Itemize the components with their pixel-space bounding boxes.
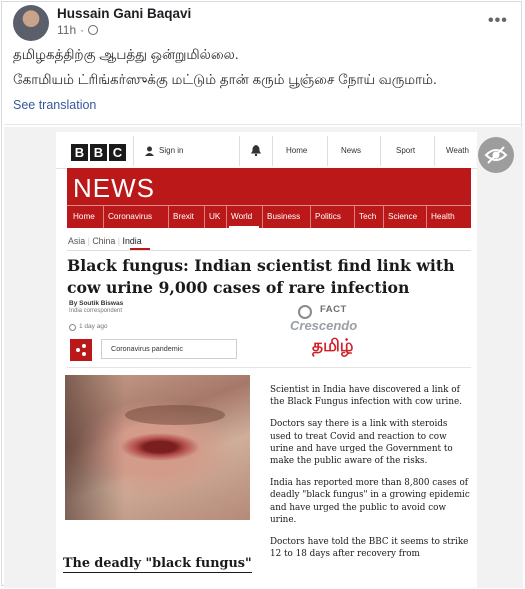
post-text-line-1: தமிழகத்திற்கு ஆபத்து ஒன்றுமில்லை.: [13, 47, 239, 62]
article-headline: Black fungus: Indian scientist find link…: [67, 256, 455, 297]
bbc-logo: BBC: [71, 144, 126, 161]
sign-in-link: Sign in: [159, 146, 184, 155]
post-author[interactable]: Hussain Gani Baqavi: [57, 6, 191, 21]
active-nav-underline: [229, 226, 259, 229]
nav-world: World: [231, 212, 253, 221]
top-nav-news: News: [341, 146, 362, 155]
subnav-china: China: [92, 236, 116, 246]
post-text-line-2: கோமியம் ட்ரிங்கர்ஸுக்கு மட்டும் தான் கரு…: [13, 72, 437, 87]
eye-icon[interactable]: [478, 137, 514, 173]
shared-image[interactable]: BBC Sign in Home News Sport Weath NEWS H…: [4, 127, 523, 588]
bell-icon: [251, 145, 261, 156]
news-title: NEWS: [73, 173, 155, 203]
subnav-india: India: [122, 236, 142, 246]
more-options-icon[interactable]: •••: [488, 12, 508, 30]
nav-politics: Politics: [315, 212, 341, 221]
globe-icon: [88, 25, 99, 35]
article-body: Scientist in India have discovered a lin…: [270, 384, 470, 570]
nav-business: Business: [267, 212, 301, 221]
top-nav-weather: Weath: [446, 146, 469, 155]
user-icon: [145, 146, 154, 156]
fact-crescendo-watermark: FACT Crescendo தமிழ்: [290, 304, 358, 355]
time-ago: 1 day ago: [79, 323, 108, 330]
nav-coronavirus: Coronavirus: [108, 212, 153, 221]
bbc-news-banner: NEWS Home Coronavirus Brexit UK World Bu…: [67, 168, 471, 229]
divider: [4, 124, 523, 125]
byline: By Soutik Biswas: [69, 300, 124, 307]
post-time[interactable]: 11h: [57, 23, 76, 37]
top-nav-sport: Sport: [396, 146, 416, 155]
see-translation-link[interactable]: See translation: [13, 98, 96, 112]
sub-navigation: Asia | China | India: [68, 236, 142, 246]
paragraph-3: India has reported more than 8,800 cases…: [270, 478, 470, 525]
nav-home: Home: [73, 212, 95, 221]
topic-tag: Coronavirus pandemic: [101, 339, 237, 359]
nav-tech: Tech: [359, 212, 377, 221]
paragraph-1: Scientist in India have discovered a lin…: [270, 385, 463, 408]
nav-uk: UK: [209, 212, 221, 221]
avatar[interactable]: [13, 5, 49, 41]
bbc-top-bar: BBC Sign in Home News Sport Weath: [56, 132, 477, 169]
paragraph-4: Doctors have told the BBC it seems to st…: [270, 537, 469, 560]
byline-title: India correspondent: [69, 308, 123, 314]
nav-science: Science: [388, 212, 418, 221]
bbc-nav-bar: Home Coronavirus Brexit UK World Busines…: [67, 205, 471, 229]
magnifier-icon: [298, 305, 312, 319]
nav-brexit: Brexit: [173, 212, 194, 221]
article-photo: [65, 375, 250, 520]
subnav-asia: Asia: [68, 236, 86, 246]
post-meta: 11h ·: [57, 23, 99, 37]
top-nav-home: Home: [286, 146, 308, 155]
clock-icon: [69, 324, 76, 331]
facebook-post: Hussain Gani Baqavi 11h · ••• தமிழகத்திற…: [1, 1, 523, 588]
article-subheading: The deadly "black fungus": [63, 556, 252, 573]
paragraph-2: Doctors say there is a link with steroid…: [270, 419, 453, 467]
nav-health: Health: [431, 212, 455, 221]
bbc-article-screenshot: BBC Sign in Home News Sport Weath NEWS H…: [56, 132, 477, 588]
share-icon: [70, 339, 92, 361]
